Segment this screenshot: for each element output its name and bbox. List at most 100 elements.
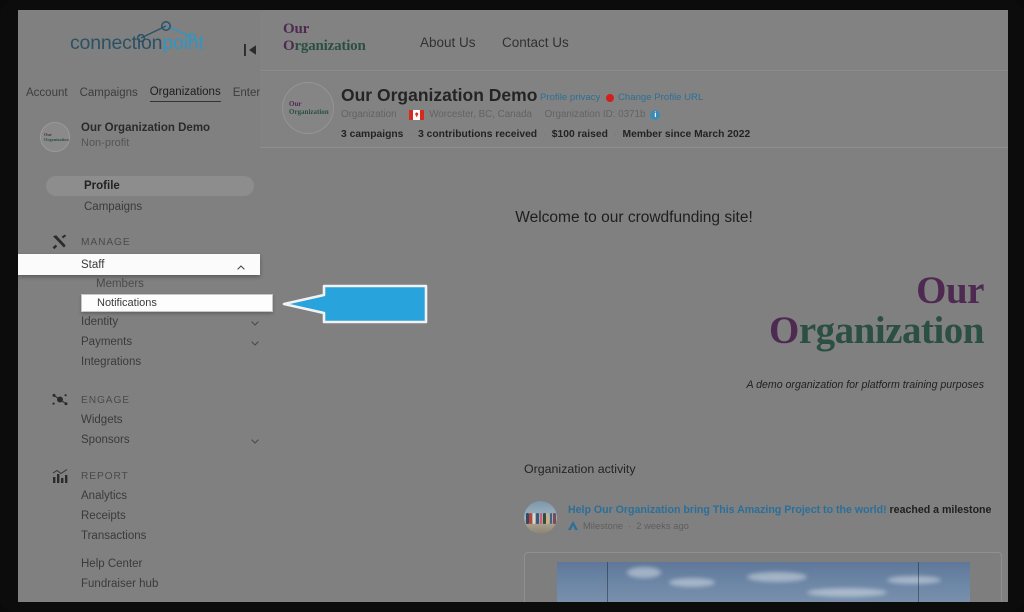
activity-avatar bbox=[524, 501, 557, 534]
stat-raised: $100 raised bbox=[551, 129, 608, 140]
sidebar-section-manage: MANAGE bbox=[18, 234, 260, 252]
sidebar-item-members[interactable]: Members bbox=[96, 278, 144, 290]
chevron-down-icon bbox=[250, 338, 260, 348]
site-logo-line1: Our bbox=[283, 21, 310, 37]
site-logo-line2: Organization bbox=[283, 38, 366, 54]
sidebar-section-manage-label: MANAGE bbox=[81, 237, 131, 248]
hero-tagline: A demo organization for platform trainin… bbox=[746, 379, 984, 391]
sidebar-item-notifications[interactable]: Notifications bbox=[81, 294, 273, 312]
sidebar-item-transactions[interactable]: Transactions bbox=[81, 530, 146, 542]
welcome-heading: Welcome to our crowdfunding site! bbox=[515, 209, 753, 226]
brand-logo-dark: connection bbox=[70, 32, 163, 54]
sidebar-org-name: Our Organization Demo bbox=[81, 122, 211, 134]
milestone-icon bbox=[568, 521, 578, 530]
stat-separator: · bbox=[613, 130, 617, 139]
sidebar-section-engage: ENGAGE bbox=[18, 392, 260, 410]
change-profile-url-link[interactable]: Change Profile URL bbox=[618, 92, 703, 103]
sidebar-item-staff[interactable]: Staff bbox=[18, 254, 260, 275]
chevron-down-icon bbox=[250, 318, 260, 328]
activity-badge: Milestone bbox=[583, 520, 624, 531]
info-icon[interactable]: i bbox=[650, 109, 661, 120]
hero-logo-line2: Organization bbox=[768, 309, 985, 352]
tab-account[interactable]: Account bbox=[26, 87, 68, 102]
organization-page-body: Welcome to our crowdfunding site! Our Or… bbox=[260, 149, 1008, 602]
profile-privacy-link[interactable]: Profile privacy bbox=[540, 92, 600, 103]
sidebar-item-staff-label: Staff bbox=[81, 258, 105, 271]
brand-logo-light: point bbox=[162, 32, 204, 54]
meta-separator: · bbox=[536, 110, 540, 119]
stat-separator: · bbox=[409, 130, 413, 139]
status-dot-icon bbox=[606, 94, 614, 102]
sidebar-item-integrations[interactable]: Integrations bbox=[81, 356, 141, 368]
sidebar-item-analytics[interactable]: Analytics bbox=[81, 490, 127, 502]
tab-campaigns[interactable]: Campaigns bbox=[80, 87, 138, 102]
activity-item: Help Our Organization bring This Amazing… bbox=[524, 501, 991, 549]
chevron-up-icon bbox=[236, 260, 246, 270]
organization-meta: Organization · Worcester, BC, Canada · O… bbox=[341, 109, 661, 120]
sidebar-header: connectionpoint bbox=[18, 18, 260, 74]
collapse-left-icon[interactable] bbox=[240, 40, 260, 60]
hero-logo: Our Organization bbox=[768, 269, 985, 352]
site-nav-contact-us[interactable]: Contact Us bbox=[502, 35, 569, 50]
sidebar-org-type: Non-profit bbox=[81, 137, 130, 149]
activity-meta: Milestone · 2 weeks ago bbox=[568, 520, 689, 531]
activity-media-card[interactable] bbox=[524, 552, 1002, 602]
sidebar-section-engage-label: ENGAGE bbox=[81, 395, 130, 406]
sidebar-org-avatar: Our Organization bbox=[40, 122, 70, 152]
page-title: Our Organization Demo bbox=[341, 85, 538, 105]
activity-tail-text: reached a milestone bbox=[886, 504, 992, 516]
strip-avatar-line2: Organization bbox=[289, 108, 329, 116]
sidebar-item-receipts[interactable]: Receipts bbox=[81, 510, 126, 522]
tab-organizations[interactable]: Organizations bbox=[149, 86, 221, 102]
left-arrow-annotation bbox=[280, 283, 428, 325]
sidebar-org-card[interactable]: Our Organization Our Organization Demo N… bbox=[18, 118, 260, 160]
sidebar-section-report: REPORT bbox=[18, 468, 260, 486]
canada-flag-icon bbox=[409, 109, 425, 120]
brand-logo[interactable]: connectionpoint bbox=[70, 32, 204, 55]
app-screen: connectionpoint Account Campaigns Organi… bbox=[18, 10, 1008, 602]
sidebar-item-help-center[interactable]: Help Center bbox=[81, 558, 142, 570]
sidebar-item-identity[interactable]: Identity bbox=[81, 316, 260, 328]
activity-campaign-link[interactable]: Help Our Organization bring This Amazing… bbox=[568, 504, 887, 516]
sidebar-item-campaigns[interactable]: Campaigns bbox=[46, 197, 254, 217]
network-icon bbox=[51, 392, 71, 410]
activity-time: 2 weeks ago bbox=[636, 520, 689, 531]
organization-avatar: Our Organization bbox=[282, 82, 334, 134]
stat-campaigns: 3 campaigns bbox=[341, 129, 404, 140]
tools-icon bbox=[51, 234, 71, 252]
sky-photo bbox=[557, 562, 970, 602]
chevron-down-icon bbox=[250, 436, 260, 446]
site-logo[interactable]: Our Organization bbox=[283, 21, 366, 55]
sidebar-item-widgets[interactable]: Widgets bbox=[81, 414, 123, 426]
stat-member-since: Member since March 2022 bbox=[622, 129, 751, 140]
sidebar-section-report-label: REPORT bbox=[81, 471, 129, 482]
sidebar-item-profile[interactable]: Profile bbox=[46, 176, 254, 196]
sidebar-item-sponsors[interactable]: Sponsors bbox=[81, 434, 260, 446]
site-nav-about-us[interactable]: About Us bbox=[420, 35, 476, 50]
stat-contributions: 3 contributions received bbox=[418, 129, 538, 140]
sidebar-item-sponsors-label: Sponsors bbox=[81, 434, 130, 446]
organization-id: Organization ID: 0371b bbox=[544, 109, 646, 120]
activity-separator: · bbox=[628, 520, 632, 531]
hero-logo-line1: Our bbox=[916, 269, 984, 312]
bar-chart-icon bbox=[51, 468, 71, 486]
organization-info-strip: Our Organization Our Organization Demo P… bbox=[260, 72, 1008, 148]
account-scope-tabs: Account Campaigns Organizations Enterpri… bbox=[18, 82, 285, 106]
sidebar-avatar-line2: Organization bbox=[44, 137, 69, 142]
activity-section-title: Organization activity bbox=[524, 462, 636, 476]
sidebar-item-payments[interactable]: Payments bbox=[81, 336, 260, 348]
stat-separator: · bbox=[543, 130, 546, 139]
entity-type: Organization bbox=[341, 109, 397, 120]
organization-stats: 3 campaigns · 3 contributions received ·… bbox=[341, 129, 750, 140]
sidebar: connectionpoint Account Campaigns Organi… bbox=[18, 10, 285, 602]
screenshot-frame: connectionpoint Account Campaigns Organi… bbox=[0, 0, 1024, 612]
sidebar-item-identity-label: Identity bbox=[81, 316, 119, 328]
link-separator: · bbox=[598, 92, 602, 103]
sidebar-item-fundraiser-hub[interactable]: Fundraiser hub bbox=[81, 578, 158, 590]
organization-location: Worcester, BC, Canada bbox=[429, 109, 532, 120]
strip-avatar-line1: Our bbox=[289, 100, 302, 108]
sidebar-item-payments-label: Payments bbox=[81, 336, 133, 348]
meta-separator: · bbox=[401, 110, 405, 119]
activity-text: Help Our Organization bring This Amazing… bbox=[568, 504, 991, 516]
site-header: Our Organization About Us Contact Us bbox=[260, 10, 1008, 71]
